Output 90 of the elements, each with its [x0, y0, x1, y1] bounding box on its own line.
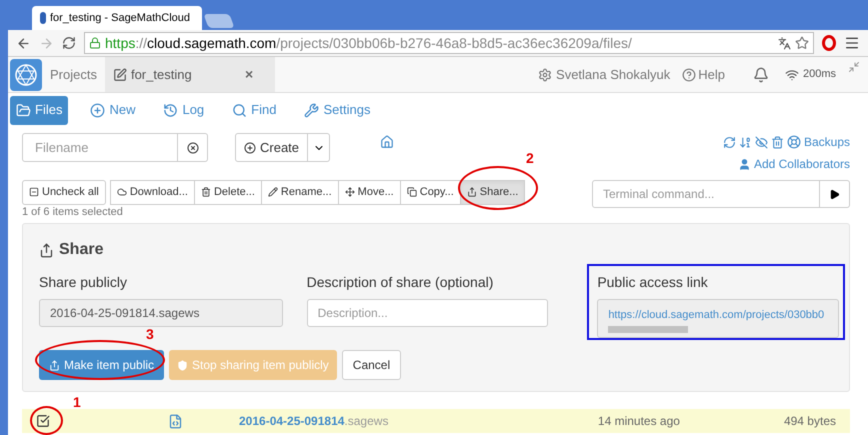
action-button[interactable]: Share... — [460, 180, 526, 204]
file-size: 494 bytes — [784, 413, 836, 430]
nav-tab[interactable]: New — [84, 96, 142, 124]
nav-tab[interactable]: Log — [157, 96, 210, 124]
description-field[interactable]: Description... — [306, 299, 548, 327]
bell-icon[interactable] — [752, 66, 769, 82]
clear-icon — [186, 142, 198, 154]
opera-icon[interactable] — [822, 35, 836, 51]
action-button[interactable]: Copy... — [400, 180, 461, 204]
public-link-field[interactable]: https://cloud.sagemath.com/projects/030bb0 — [597, 299, 839, 338]
field-label: Description of share (optional) — [306, 273, 494, 292]
ping-text: 200ms — [802, 67, 836, 82]
star-icon[interactable] — [795, 36, 809, 50]
add-collaborators-link[interactable]: Add Collaborators — [754, 155, 850, 173]
annotation-number: 1 — [73, 393, 81, 412]
copy-icon — [406, 187, 417, 197]
backups-link[interactable]: Backups — [804, 133, 850, 151]
filename-field[interactable]: Filename — [22, 133, 178, 162]
wifi-icon — [784, 68, 799, 82]
share-icon — [39, 242, 54, 258]
selection-status: 1 of 6 items selected — [22, 205, 124, 219]
share-name-field: 2016-04-25-091814.sagews — [39, 299, 283, 327]
lock-icon — [89, 37, 101, 49]
reload-icon[interactable] — [62, 36, 76, 50]
clear-button[interactable] — [178, 133, 208, 162]
user-name[interactable]: Svetlana Shokalyuk — [556, 64, 670, 84]
action-button[interactable]: Delete... — [194, 180, 262, 204]
plus-icon — [244, 142, 256, 154]
home-icon[interactable] — [380, 135, 394, 149]
close-button[interactable]: × — [244, 64, 254, 85]
history-icon — [163, 102, 178, 118]
nav-tab[interactable]: Files — [10, 96, 68, 124]
gear-icon — [538, 68, 552, 82]
folder-icon — [16, 102, 31, 118]
trash-icon[interactable] — [770, 136, 784, 148]
shield-icon — [177, 360, 188, 370]
create-button[interactable]: Create — [235, 133, 308, 162]
back-icon[interactable] — [16, 36, 31, 50]
refresh-icon[interactable] — [722, 136, 736, 148]
new-tab-button[interactable] — [203, 14, 235, 28]
play-icon — [829, 188, 840, 200]
checked-checkbox[interactable] — [36, 414, 50, 428]
browser-tab[interactable]: for_testing - SageMathCloud — [32, 6, 202, 30]
cancel-button[interactable]: Cancel — [342, 350, 402, 380]
translate-icon[interactable] — [778, 36, 791, 50]
help-icon — [682, 68, 696, 82]
share-icon — [49, 360, 60, 370]
address-field[interactable]: https://cloud.sagemath.com/projects/030bb06b-b276-46a8-b8d5-ac36ec36209a/files/ — [84, 32, 814, 54]
annotation-number: 3 — [146, 325, 154, 344]
file-row[interactable]: 2016-04-25-091814.sagews 14 minutes ago 494 bytes — [22, 409, 850, 433]
make-public-button[interactable]: Make item public — [39, 350, 164, 380]
url-text: https://cloud.sagemath.com/projects/030bb06b-b276-46a8-b8d5-ac36ec36209a/files/ — [105, 34, 632, 53]
site-icon — [40, 12, 46, 24]
minus-icon — [29, 187, 39, 197]
menu-icon[interactable] — [844, 35, 860, 51]
nav-tab[interactable]: Settings — [298, 96, 376, 124]
action-button[interactable]: Rename... — [260, 180, 339, 204]
annotation-number: 2 — [526, 149, 534, 168]
run-button[interactable] — [820, 180, 850, 208]
field-label: Public access link — [597, 273, 709, 292]
help-link[interactable]: Help — [698, 64, 725, 84]
edit-icon — [112, 68, 127, 82]
search-icon — [232, 102, 248, 118]
action-button[interactable]: Move... — [338, 180, 401, 204]
action-button[interactable]: Uncheck all — [22, 180, 106, 204]
tab-title: for_testing - SageMathCloud — [50, 10, 190, 26]
field-label: Share publicly — [39, 273, 128, 292]
action-button[interactable]: Download... — [110, 180, 195, 204]
move-icon — [344, 187, 355, 197]
terminal-field[interactable]: Terminal command... — [592, 180, 820, 208]
file-name[interactable]: 2016-04-25-091814.sagews — [239, 412, 388, 430]
annotation-circle — [30, 406, 63, 435]
sort-icon[interactable] — [738, 136, 752, 148]
plus-icon — [90, 102, 106, 118]
file-icon — [168, 414, 183, 428]
share-icon — [466, 187, 477, 197]
pencil-icon — [268, 187, 278, 197]
share-title: Share — [59, 240, 104, 260]
logo-icon[interactable] — [10, 58, 42, 90]
nav-tab[interactable]: Find — [226, 96, 282, 124]
lifebuoy-icon — [786, 135, 801, 149]
cloud-icon — [116, 187, 127, 197]
modified-time: 14 minutes ago — [598, 413, 680, 430]
projects-link[interactable]: Projects — [50, 64, 97, 84]
trash-icon — [200, 187, 211, 197]
wrench-icon — [304, 102, 320, 118]
user-icon — [738, 158, 751, 170]
fullscreen-icon[interactable] — [848, 60, 860, 72]
public-link[interactable]: https://cloud.sagemath.com/projects/030bb0 — [598, 300, 838, 324]
hidden-files-icon[interactable] — [754, 136, 768, 148]
